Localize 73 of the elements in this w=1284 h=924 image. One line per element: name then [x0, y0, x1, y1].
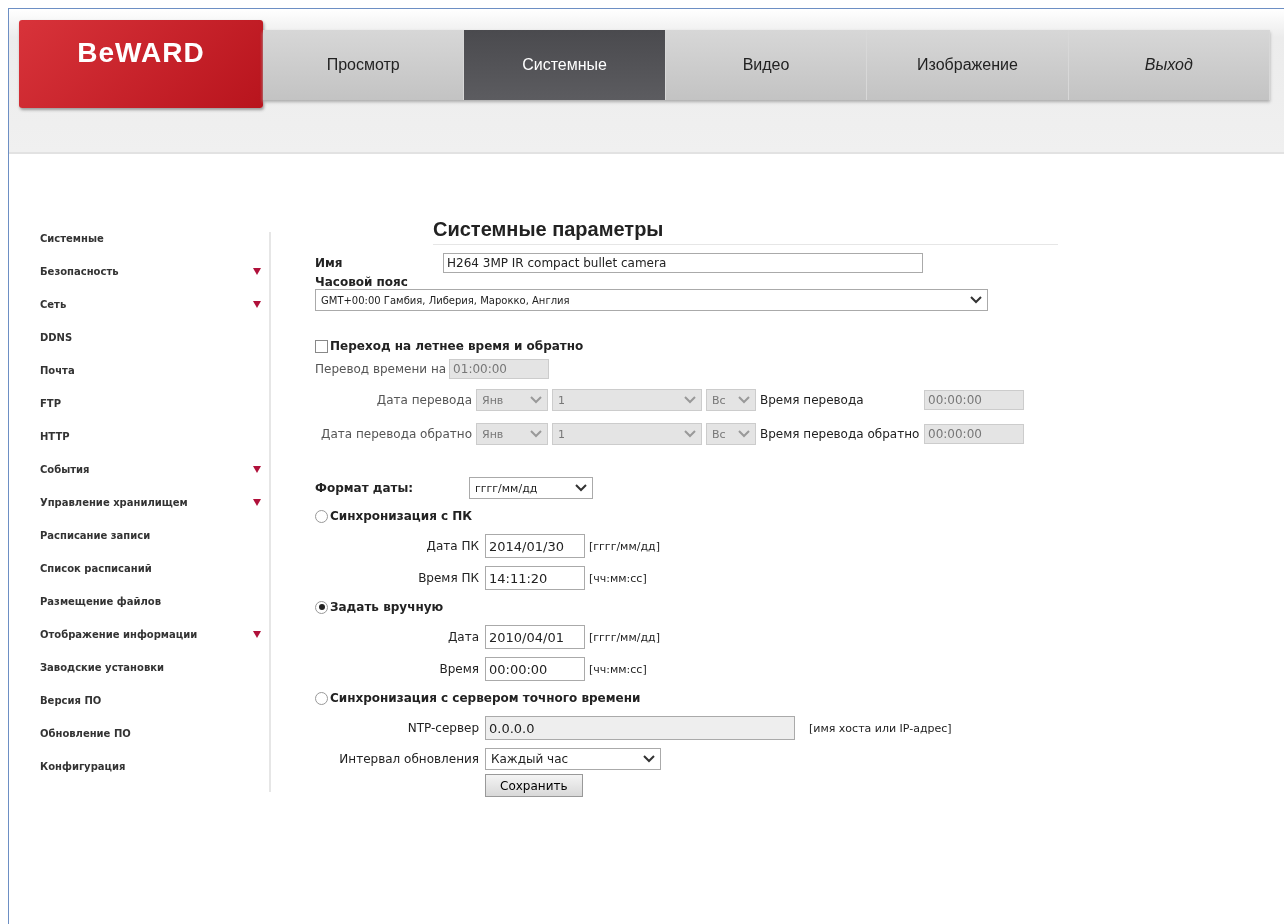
radio-label: Синхронизация с ПК [330, 509, 473, 523]
text-field[interactable]: 00:00:00 [485, 657, 585, 681]
sidebar-item[interactable]: Размещение файлов [40, 596, 162, 607]
text-field[interactable]: 14:11:20 [485, 566, 585, 590]
chevron-icon [575, 484, 587, 492]
sidebar-item[interactable]: Список расписаний [40, 563, 152, 574]
sidebar-item[interactable]: Системные [40, 233, 104, 244]
field-label: Время перевода обратно [760, 427, 920, 441]
field-label: Время ПК [417, 571, 480, 585]
text-field[interactable]: 2010/04/01 [485, 625, 585, 649]
field-label: Дата ПК [425, 539, 480, 553]
radio-button[interactable] [315, 600, 328, 614]
chevron-icon [530, 430, 542, 438]
field-label: Дата перевода [375, 393, 472, 407]
field-label: Дата [446, 630, 480, 644]
field-label: Имя [315, 256, 344, 270]
save-button[interactable]: Сохранить [485, 774, 583, 797]
chevron-icon [643, 755, 655, 763]
field-label: Перевод времени на [315, 362, 447, 376]
format-hint: [чч:мм:сс] [589, 662, 647, 676]
sidebar-item[interactable]: Управление хранилищем [40, 497, 188, 508]
checkbox-label: Переход на летнее время и обратно [330, 339, 584, 353]
sidebar-item[interactable]: DDNS [40, 332, 73, 343]
name-field[interactable]: H264 3MP IR compact bullet camera [443, 253, 923, 273]
nav-tab[interactable]: Системные [464, 30, 666, 100]
triangle-icon [253, 301, 261, 308]
page-title: Системные параметры [433, 218, 1058, 245]
field-label: Дата перевода обратно [320, 427, 472, 441]
nav-tab[interactable]: Видео [665, 30, 868, 100]
sidebar-item[interactable]: FTP [40, 398, 61, 409]
triangle-icon [253, 499, 261, 506]
format-hint: [имя хоста или IP-адрес] [809, 721, 952, 735]
field-label: Интервал обновления [338, 752, 480, 766]
sidebar-item[interactable]: Отображение информации [40, 629, 198, 640]
date-format-select[interactable]: гггг/мм/дд [469, 477, 593, 499]
field-label: NTP-сервер [406, 721, 480, 735]
field-label: Время перевода [760, 393, 865, 407]
sidebar-item[interactable]: HTTP [40, 431, 70, 442]
interval-select[interactable]: Каждый час [485, 748, 661, 770]
chevron-icon [684, 430, 696, 438]
field-label: Время [438, 662, 480, 676]
triangle-icon [253, 631, 261, 638]
radio-label: Задать вручную [330, 600, 444, 614]
sidebar-item[interactable]: Конфигурация [40, 761, 126, 772]
format-hint: [чч:мм:сс] [589, 571, 647, 585]
chevron-icon [738, 396, 750, 404]
radio-label: Синхронизация с сервером точного времени [330, 691, 641, 705]
sidebar-item[interactable]: Версия ПО [40, 695, 102, 706]
sidebar-item[interactable]: Расписание записи [40, 530, 151, 541]
field-label: Часовой пояс [315, 275, 409, 289]
sidebar-item[interactable]: Обновление ПО [40, 728, 131, 739]
sidebar-item[interactable]: Безопасность [40, 266, 119, 277]
nav-tab[interactable]: Выход [1068, 30, 1271, 100]
chevron-icon [530, 396, 542, 404]
format-hint: [гггг/мм/дд] [589, 539, 660, 553]
triangle-icon [253, 268, 261, 275]
sidebar-item[interactable]: Заводские установки [40, 662, 164, 673]
timezone-select[interactable]: GMT+00:00 Гамбия, Либерия, Марокко, Англия [315, 289, 988, 311]
nav-tab[interactable]: Изображение [867, 30, 1069, 100]
logo: BeWARD [19, 20, 263, 108]
sidebar-item[interactable]: Сеть [40, 299, 67, 310]
sidebar-item[interactable]: Почта [40, 365, 75, 376]
chevron-icon [738, 430, 750, 438]
triangle-icon [253, 466, 261, 473]
text-field[interactable]: 2014/01/30 [485, 534, 585, 558]
field-label: Формат даты: [315, 481, 415, 495]
radio-button[interactable] [315, 691, 328, 705]
sidebar-item[interactable]: События [40, 464, 90, 475]
text-field[interactable]: 0.0.0.0 [485, 716, 795, 740]
radio-button[interactable] [315, 509, 328, 523]
chevron-icon [684, 396, 696, 404]
format-hint: [гггг/мм/дд] [589, 630, 660, 644]
chevron-icon [970, 296, 982, 304]
